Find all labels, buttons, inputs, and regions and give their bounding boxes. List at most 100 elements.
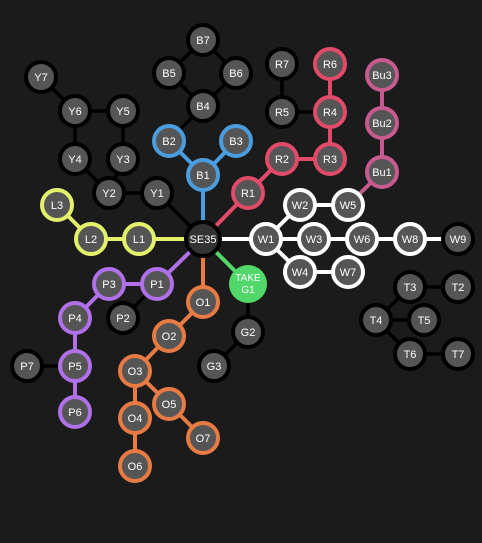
node-w5[interactable]: W5 xyxy=(331,188,365,222)
node-w4[interactable]: W4 xyxy=(283,255,317,289)
node-l2[interactable]: L2 xyxy=(74,222,108,256)
node-se35[interactable]: SE35 xyxy=(184,220,222,258)
node-t7[interactable]: T7 xyxy=(441,337,475,371)
node-g2[interactable]: G2 xyxy=(231,315,265,349)
node-label: B5 xyxy=(162,68,175,80)
node-o4[interactable]: O4 xyxy=(118,401,152,435)
node-o6[interactable]: O6 xyxy=(118,449,152,483)
node-label: Bu3 xyxy=(372,70,392,82)
node-label: W7 xyxy=(340,267,357,279)
node-label: SE35 xyxy=(190,234,217,246)
node-label-secondary: G1 xyxy=(241,285,255,296)
node-y3[interactable]: Y3 xyxy=(106,142,140,176)
node-r6[interactable]: R6 xyxy=(313,47,347,81)
node-t4[interactable]: T4 xyxy=(359,303,393,337)
node-w1[interactable]: W1 xyxy=(249,222,283,256)
node-label: Y7 xyxy=(34,72,47,84)
node-r4[interactable]: R4 xyxy=(313,95,347,129)
node-label: P7 xyxy=(20,361,33,373)
node-label: O7 xyxy=(196,433,211,445)
node-o5[interactable]: O5 xyxy=(152,387,186,421)
node-b1[interactable]: B1 xyxy=(186,158,220,192)
node-label: W2 xyxy=(292,200,309,212)
node-p7[interactable]: P7 xyxy=(10,349,44,383)
node-w2[interactable]: W2 xyxy=(283,188,317,222)
node-y7[interactable]: Y7 xyxy=(24,60,58,94)
node-label: R1 xyxy=(241,188,255,200)
node-w8[interactable]: W8 xyxy=(393,222,427,256)
node-t6[interactable]: T6 xyxy=(393,337,427,371)
node-label: W5 xyxy=(340,200,357,212)
node-o3[interactable]: O3 xyxy=(118,354,152,388)
node-label: L1 xyxy=(133,234,145,246)
node-label: B1 xyxy=(196,170,209,182)
node-b4[interactable]: B4 xyxy=(186,89,220,123)
node-o1[interactable]: O1 xyxy=(186,285,220,319)
node-label: R7 xyxy=(275,59,289,71)
node-label: Y6 xyxy=(68,106,81,118)
node-label: L2 xyxy=(85,234,97,246)
node-p6[interactable]: P6 xyxy=(58,395,92,429)
node-t2[interactable]: T2 xyxy=(441,270,475,304)
node-t3[interactable]: T3 xyxy=(393,270,427,304)
node-o7[interactable]: O7 xyxy=(186,421,220,455)
node-label: Y1 xyxy=(150,188,163,200)
node-p1[interactable]: P1 xyxy=(140,267,174,301)
node-take[interactable]: TAKEG1 xyxy=(229,265,267,303)
node-label: Bu2 xyxy=(372,118,392,130)
node-label: W8 xyxy=(402,234,419,246)
node-r2[interactable]: R2 xyxy=(265,142,299,176)
node-label: P6 xyxy=(68,407,81,419)
node-b3[interactable]: B3 xyxy=(219,124,253,158)
tree-nodes: SE35 B7 B5 B6 B4 B2 B3 B1 R7 R5 R6 R4 R3 R2 R1 Bu3 Bu2 Bu… xyxy=(10,23,475,483)
node-r1[interactable]: R1 xyxy=(231,176,265,210)
node-r5[interactable]: R5 xyxy=(265,95,299,129)
node-p5[interactable]: P5 xyxy=(58,349,92,383)
node-label: R6 xyxy=(323,59,337,71)
node-bu1[interactable]: Bu1 xyxy=(365,155,399,189)
node-w6[interactable]: W6 xyxy=(345,222,379,256)
node-r7[interactable]: R7 xyxy=(265,47,299,81)
node-r3[interactable]: R3 xyxy=(313,142,347,176)
node-o2[interactable]: O2 xyxy=(152,319,186,353)
node-y2[interactable]: Y2 xyxy=(92,176,126,210)
node-label: G3 xyxy=(207,361,222,373)
node-b7[interactable]: B7 xyxy=(186,23,220,57)
node-label: P1 xyxy=(150,279,163,291)
node-label: T7 xyxy=(452,349,465,361)
node-p3[interactable]: P3 xyxy=(92,267,126,301)
node-y6[interactable]: Y6 xyxy=(58,94,92,128)
node-w7[interactable]: W7 xyxy=(331,255,365,289)
node-label: P2 xyxy=(116,313,129,325)
node-label: W6 xyxy=(354,234,371,246)
node-label: T3 xyxy=(404,282,417,294)
node-t5[interactable]: T5 xyxy=(407,303,441,337)
node-b6[interactable]: B6 xyxy=(219,56,253,90)
node-label: B2 xyxy=(162,136,175,148)
node-w3[interactable]: W3 xyxy=(297,222,331,256)
node-label: O4 xyxy=(128,413,143,425)
node-label: G2 xyxy=(241,327,256,339)
node-l1[interactable]: L1 xyxy=(122,222,156,256)
node-p2[interactable]: P2 xyxy=(106,301,140,335)
node-b5[interactable]: B5 xyxy=(152,56,186,90)
node-label: T2 xyxy=(452,282,465,294)
node-label: L3 xyxy=(51,200,63,212)
node-y4[interactable]: Y4 xyxy=(58,142,92,176)
node-l3[interactable]: L3 xyxy=(40,188,74,222)
node-w9[interactable]: W9 xyxy=(441,222,475,256)
node-b2[interactable]: B2 xyxy=(152,124,186,158)
node-bu2[interactable]: Bu2 xyxy=(365,106,399,140)
node-label: Y2 xyxy=(102,188,115,200)
node-label: T4 xyxy=(370,315,383,327)
node-label: P5 xyxy=(68,361,81,373)
node-g3[interactable]: G3 xyxy=(197,349,231,383)
node-bu3[interactable]: Bu3 xyxy=(365,58,399,92)
node-y5[interactable]: Y5 xyxy=(106,94,140,128)
node-p4[interactable]: P4 xyxy=(58,301,92,335)
node-label: R4 xyxy=(323,107,337,119)
node-circle xyxy=(229,265,267,303)
node-label: T5 xyxy=(418,315,431,327)
node-label: O3 xyxy=(128,366,143,378)
node-y1[interactable]: Y1 xyxy=(140,176,174,210)
